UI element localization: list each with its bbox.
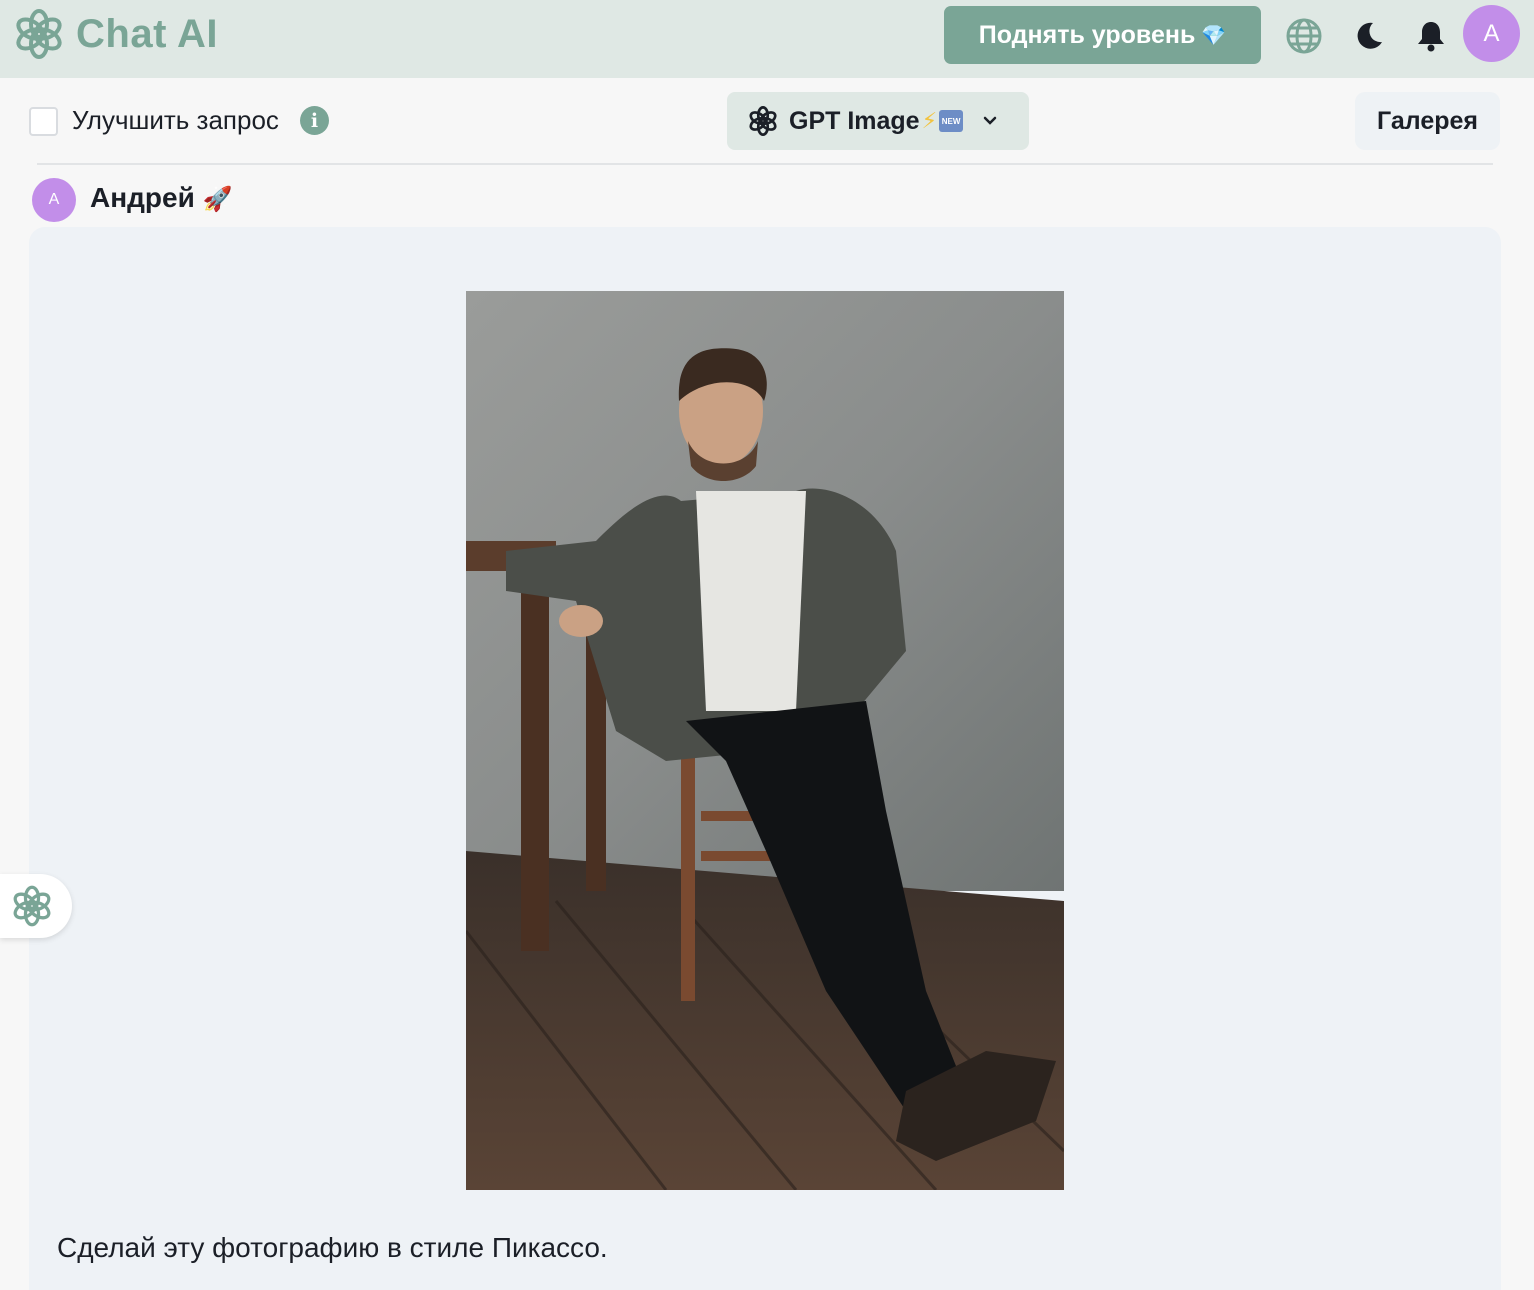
openai-knot-icon <box>749 106 777 136</box>
bell-icon[interactable] <box>1411 16 1451 56</box>
model-label: GPT Image ⚡ NEW <box>789 106 964 136</box>
gallery-button[interactable]: Галерея <box>1355 92 1500 150</box>
user-avatar[interactable]: A <box>1463 5 1520 62</box>
lightning-icon: ⚡ <box>921 108 938 133</box>
improve-prompt-checkbox[interactable] <box>29 107 58 136</box>
app-logo[interactable]: Chat AI <box>12 7 218 61</box>
message-text: Сделай эту фотографию в стиле Пикассо. <box>57 1232 608 1263</box>
info-icon[interactable]: i <box>300 106 329 135</box>
message-author: Андрей 🚀 <box>90 182 232 214</box>
attached-photo[interactable] <box>466 291 1064 1190</box>
diamond-icon: 💎 <box>1201 24 1227 47</box>
chevron-down-icon <box>983 116 997 125</box>
openai-knot-icon <box>16 9 62 59</box>
side-assistant-button[interactable] <box>0 874 72 938</box>
globe-icon[interactable] <box>1284 16 1324 56</box>
top-header: Chat AI Поднять уровень 💎 A <box>0 0 1534 78</box>
improve-prompt-label[interactable]: Улучшить запрос <box>72 105 279 136</box>
rocket-icon: 🚀 <box>202 186 233 213</box>
app-name: Chat AI <box>76 11 219 56</box>
new-badge: NEW <box>939 110 964 132</box>
divider <box>37 163 1493 165</box>
photo-illustration <box>466 291 1064 1190</box>
model-selector[interactable]: GPT Image ⚡ NEW <box>727 92 1029 150</box>
upgrade-label: Поднять уровень <box>978 20 1196 49</box>
prompt-toolbar: Улучшить запрос i GPT Image ⚡ NEW Галере… <box>0 78 1534 164</box>
message-author-name: Андрей <box>90 182 195 213</box>
message-author-avatar: A <box>32 178 76 222</box>
upgrade-button[interactable]: Поднять уровень 💎 <box>944 6 1261 64</box>
openai-knot-icon <box>13 885 51 927</box>
model-name: GPT Image <box>789 106 920 135</box>
moon-icon[interactable] <box>1349 16 1389 56</box>
